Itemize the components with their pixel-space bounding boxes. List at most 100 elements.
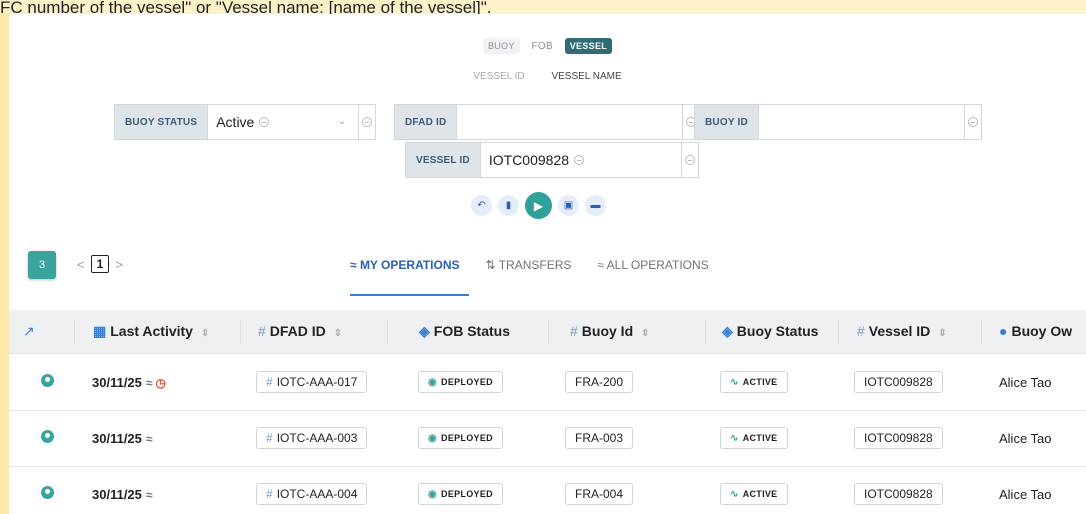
sort-icon[interactable]: ⇕ — [641, 328, 649, 339]
open-external-icon[interactable]: ↗ — [23, 323, 35, 340]
waves-icon: ≈ — [597, 258, 604, 272]
prev-page-icon[interactable]: < — [77, 257, 85, 272]
buoy-id-chip[interactable]: FRA-003 — [565, 427, 634, 449]
owner-cell: Alice Tao — [999, 431, 1052, 446]
col-vessel-id[interactable]: # Vessel ID ⇕ — [857, 323, 947, 339]
signal-icon: ≈ — [145, 488, 153, 502]
col-buoy-id[interactable]: # Buoy Id ⇕ — [570, 323, 650, 339]
minus-circle-icon — [362, 117, 373, 127]
search-mode-selector: BUOY FOB VESSEL — [9, 38, 1086, 55]
fob-status-badge: ◉ DEPLOYED — [418, 483, 503, 505]
col-buoy-status[interactable]: ◈ Buoy Status — [722, 323, 818, 340]
col-buoy-owner[interactable]: ● Buoy Ow — [999, 323, 1072, 339]
user-icon: ● — [999, 323, 1008, 339]
table-row[interactable]: 30/11/25 ≈ # IOTC-AAA-003 ◉ DEPLOYED FRA-00… — [9, 411, 1086, 467]
operator-avatar — [41, 486, 54, 499]
next-page-icon[interactable]: > — [115, 257, 123, 272]
vessel-search-tabs: VESSEL ID VESSEL NAME — [9, 71, 1086, 82]
tab-transfers[interactable]: ⇅ TRANSFERS — [486, 258, 572, 272]
tab-vessel-name[interactable]: VESSEL NAME — [551, 71, 621, 82]
signal-tower-icon: ∿ — [730, 432, 739, 444]
layers-icon: ◈ — [419, 323, 430, 339]
vessel-id-chip[interactable]: IOTC009828 — [854, 427, 943, 449]
last-activity-cell: 30/11/25 ≈ — [92, 487, 153, 502]
filter-actions: ↶ ▮ ▶ ▣ ▬ — [471, 192, 606, 219]
signal-tower-icon: ∿ — [730, 376, 739, 388]
vessel-id-chip[interactable]: IOTC009828 — [854, 371, 943, 393]
trash-icon: ▮ — [505, 200, 512, 211]
buoy-status-select[interactable]: Active ⌄ — [207, 104, 360, 140]
mode-vessel[interactable]: VESSEL — [564, 38, 613, 54]
dfad-id-chip[interactable]: # IOTC-AAA-017 — [256, 371, 368, 393]
last-activity-cell: 30/11/25 ≈ — [92, 431, 153, 446]
undo-button[interactable]: ↶ — [471, 195, 492, 216]
alarm-clock-icon: ◷ — [155, 376, 166, 390]
left-highlight-strip — [0, 14, 9, 514]
buoy-status-badge: ∿ ACTIVE — [720, 483, 788, 505]
chevron-down-icon[interactable]: ⌄ — [338, 116, 346, 127]
operator-avatar — [41, 430, 54, 443]
hash-icon: # — [570, 323, 578, 339]
buoy-status-badge: ∿ ACTIVE — [720, 371, 788, 393]
col-dfad-id[interactable]: # DFAD ID ⇕ — [258, 323, 342, 339]
vessel-id-value: IOTC009828 — [488, 152, 570, 168]
minus-circle-icon — [684, 155, 695, 165]
buoy-id-input[interactable] — [757, 104, 965, 140]
open-search-button[interactable]: ▬ — [585, 195, 606, 216]
sort-icon[interactable]: ⇕ — [938, 328, 946, 339]
operator-avatar — [41, 374, 54, 387]
clear-filters-button[interactable]: ▮ — [498, 195, 519, 216]
remove-filter-button[interactable] — [359, 104, 377, 140]
vessel-id-label: VESSEL ID — [405, 142, 480, 178]
dfad-id-input[interactable] — [456, 104, 684, 140]
anchor-icon: ◉ — [428, 376, 438, 388]
clear-value-icon[interactable] — [259, 117, 270, 127]
tab-all-operations[interactable]: ≈ ALL OPERATIONS — [597, 258, 708, 272]
col-last-activity[interactable]: ▦ Last Activity ⇕ — [93, 323, 209, 340]
buoy-status-filter: BUOY STATUS Active ⌄ — [114, 104, 377, 140]
buoy-id-chip[interactable]: FRA-004 — [565, 483, 634, 505]
vessel-id-filter: VESSEL ID IOTC009828 — [405, 142, 699, 178]
dfad-id-chip[interactable]: # IOTC-AAA-003 — [256, 427, 368, 449]
fob-status-badge: ◉ DEPLOYED — [418, 427, 503, 449]
operations-tabs: ≈ MY OPERATIONS ⇅ TRANSFERS ≈ ALL OPERAT… — [350, 258, 709, 272]
owner-cell: Alice Tao — [999, 375, 1052, 390]
buoy-status-value: Active — [216, 114, 255, 130]
last-activity-cell: 30/11/25 ≈ ◷ — [92, 375, 166, 390]
buoy-id-label: BUOY ID — [694, 104, 758, 140]
table-row[interactable]: 30/11/25 ≈ # IOTC-AAA-004 ◉ DEPLOYED FRA-00… — [9, 467, 1086, 514]
dfad-id-chip[interactable]: # IOTC-AAA-004 — [256, 483, 368, 505]
buoy-id-chip[interactable]: FRA-200 — [565, 371, 634, 393]
sort-icon[interactable]: ⇕ — [201, 328, 209, 339]
mode-fob[interactable]: FOB — [526, 38, 557, 55]
pagination: < 1 > — [77, 255, 123, 273]
undo-icon: ↶ — [477, 200, 486, 211]
layers-icon: ◈ — [722, 323, 733, 339]
current-page[interactable]: 1 — [90, 255, 110, 273]
waves-icon: ≈ — [350, 258, 357, 272]
vessel-id-input[interactable]: IOTC009828 — [479, 142, 682, 178]
buoy-id-filter: BUOY ID — [694, 104, 982, 140]
dfad-id-filter: DFAD ID — [394, 104, 701, 140]
main-panel: BUOY FOB VESSEL VESSEL ID VESSEL NAME BU… — [9, 14, 1086, 514]
vessel-id-chip[interactable]: IOTC009828 — [854, 483, 943, 505]
remove-filter-button[interactable] — [681, 142, 699, 178]
mode-buoy[interactable]: BUOY — [482, 38, 520, 54]
remove-filter-button[interactable] — [964, 104, 982, 140]
save-icon: ▣ — [563, 200, 574, 211]
active-tab-underline — [350, 294, 469, 296]
signal-icon: ≈ — [145, 432, 153, 446]
table-row[interactable]: 30/11/25 ≈ ◷ # IOTC-AAA-017 ◉ DEPLOYED FRA-2… — [9, 355, 1086, 411]
hash-icon: # — [258, 323, 266, 339]
sort-icon[interactable]: ⇕ — [334, 328, 342, 339]
owner-cell: Alice Tao — [999, 487, 1052, 502]
minus-circle-icon — [967, 117, 978, 127]
save-search-button[interactable]: ▣ — [558, 195, 579, 216]
run-search-button[interactable]: ▶ — [525, 192, 552, 219]
play-icon: ▶ — [533, 198, 544, 213]
result-count-badge: 3 — [28, 251, 56, 279]
tab-my-operations[interactable]: ≈ MY OPERATIONS — [350, 258, 460, 272]
clear-value-icon[interactable] — [574, 155, 585, 165]
col-fob-status[interactable]: ◈ FOB Status — [419, 323, 510, 340]
tab-vessel-id[interactable]: VESSEL ID — [473, 71, 524, 82]
